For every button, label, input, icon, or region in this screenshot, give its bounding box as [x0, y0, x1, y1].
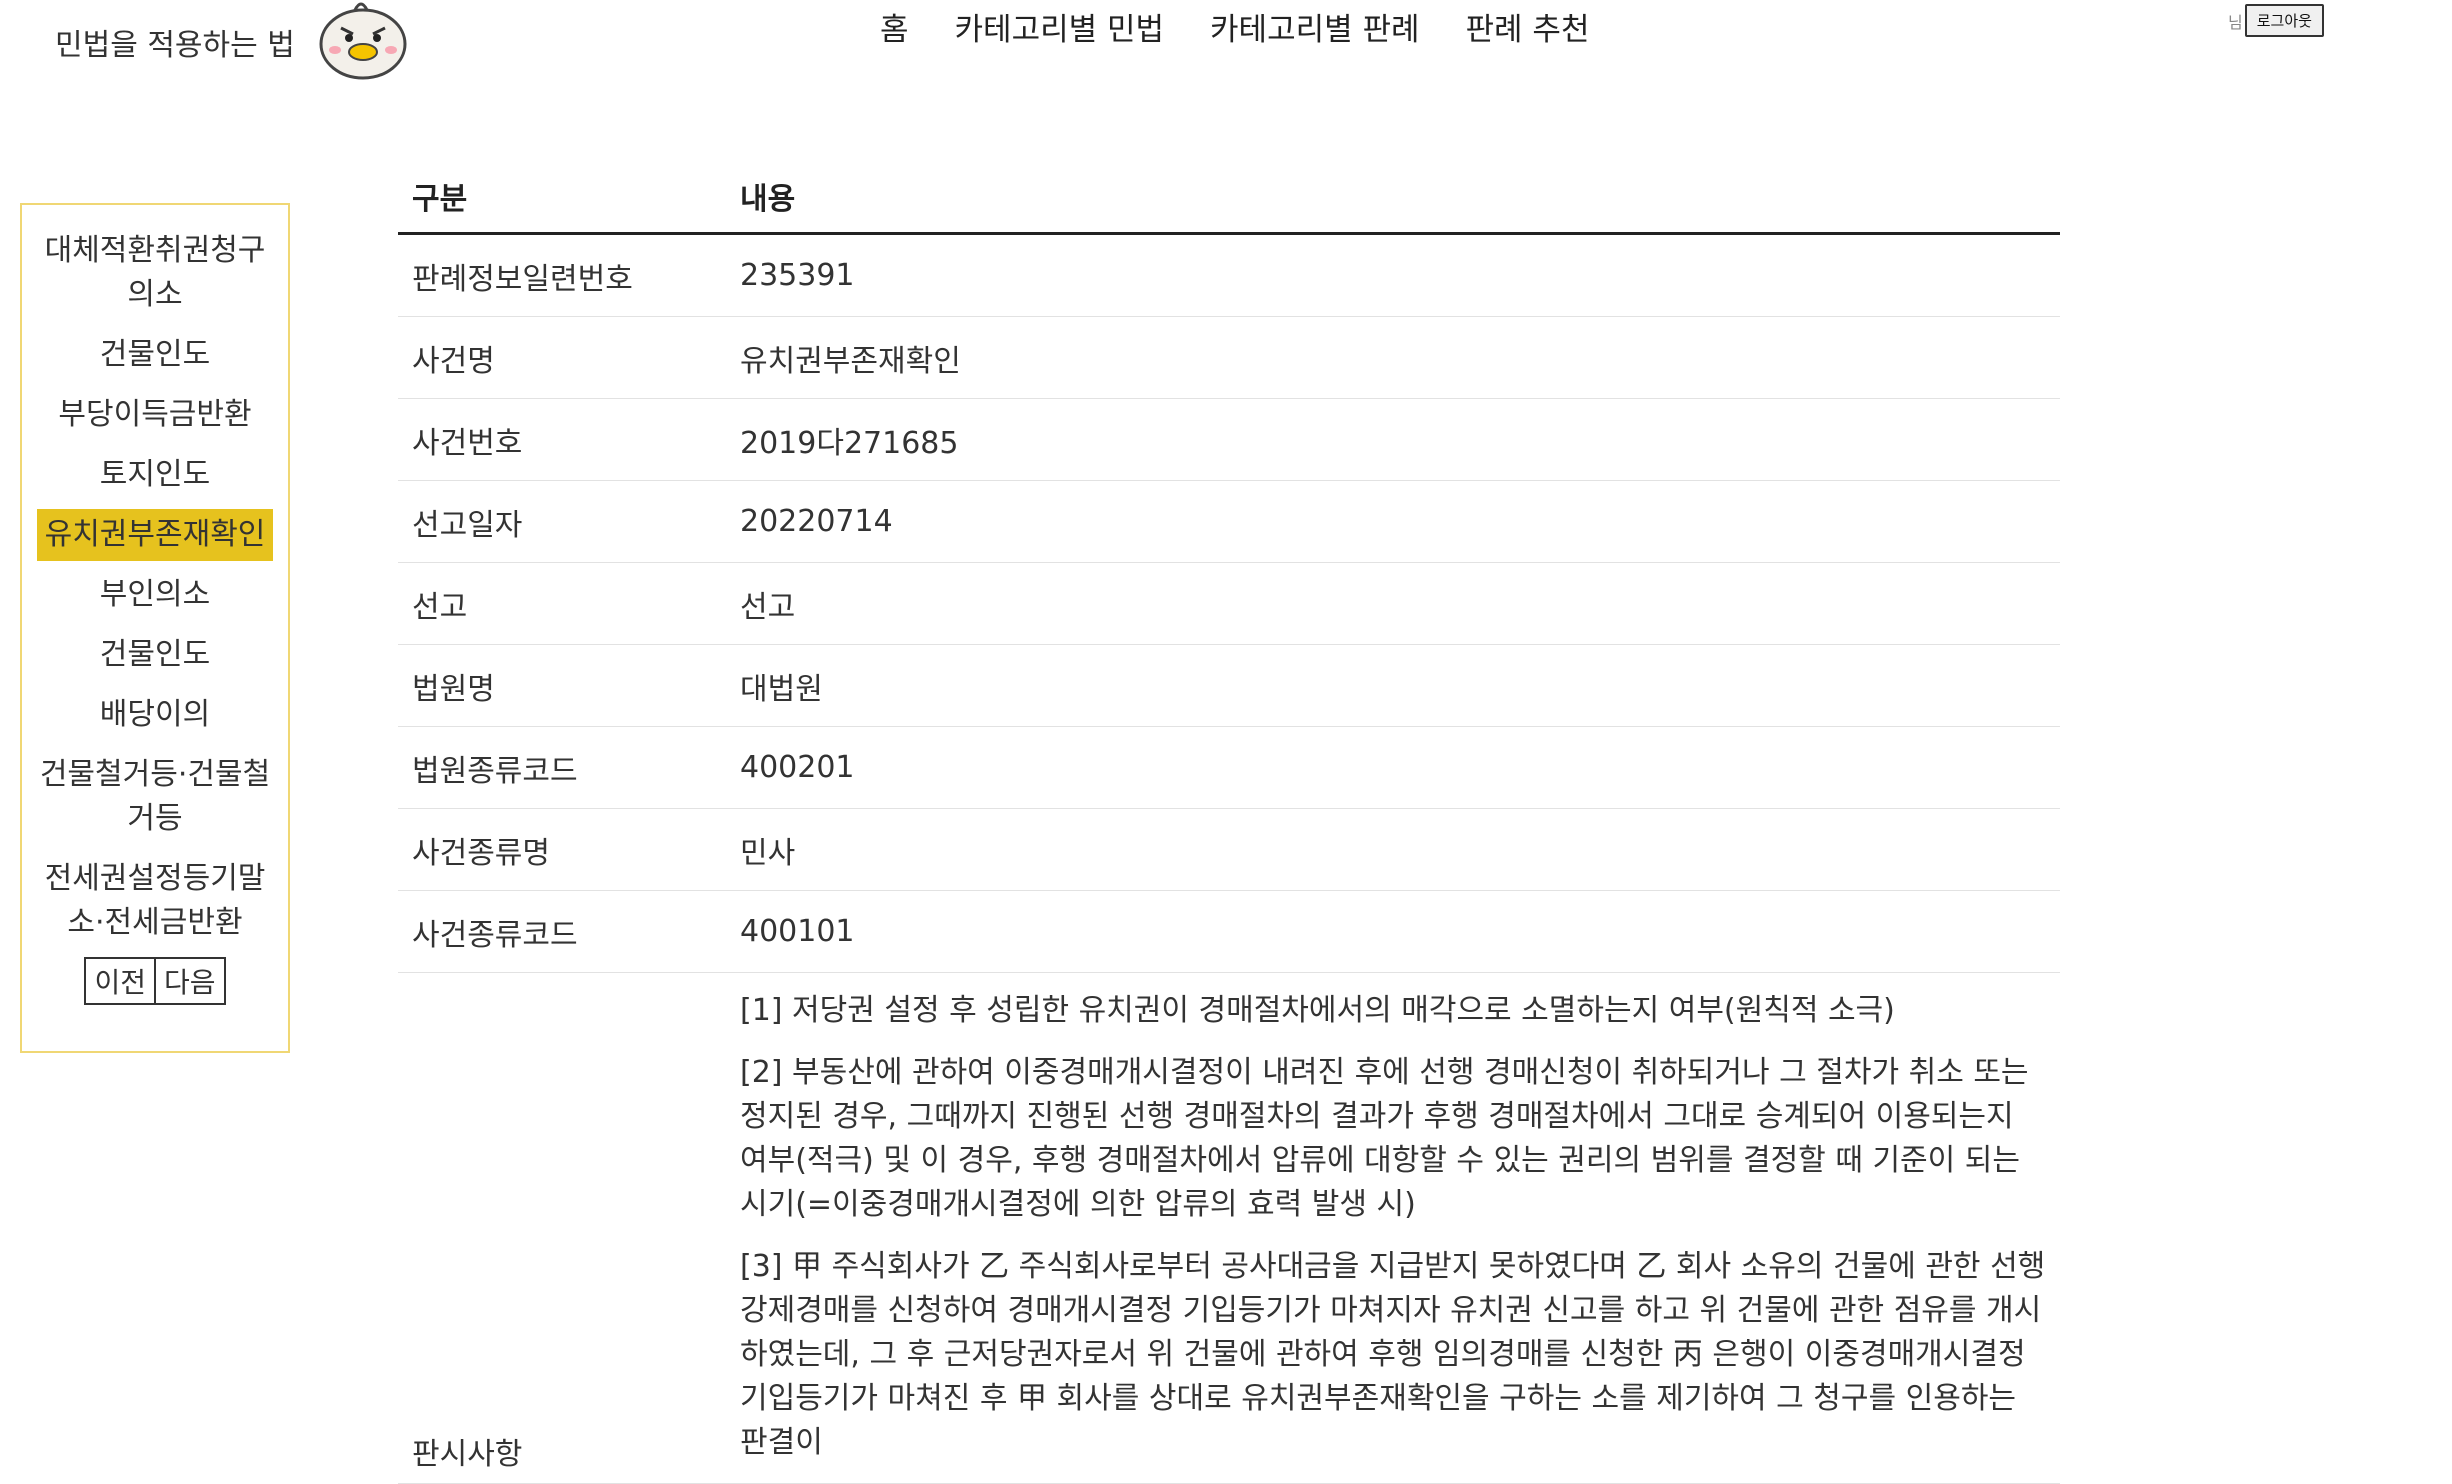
table-row: 선고일자 20220714: [398, 480, 2060, 563]
table-header-row: 구분 내용: [398, 160, 2060, 235]
table-row: 사건번호 2019다271685: [398, 398, 2060, 481]
precedent-detail: 구분 내용 판례정보일련번호 235391 사건명 유치권부존재확인 사건번호 …: [398, 160, 2060, 1484]
row-key: 선고: [398, 562, 726, 645]
prev-button[interactable]: 이전: [84, 957, 156, 1005]
top-nav: 홈 카테고리별 민법 카테고리별 판례 판례 추천: [880, 4, 1589, 49]
user-box: 님 로그아웃: [2228, 4, 2324, 37]
row-key: 법원종류코드: [398, 726, 726, 809]
row-value: 400201: [726, 726, 2060, 809]
row-value: 대법원: [726, 644, 2060, 727]
table-row: 판례정보일련번호 235391: [398, 233, 2060, 317]
nav-home[interactable]: 홈: [880, 4, 909, 49]
row-value: 2019다271685: [726, 398, 2060, 481]
row-key: 판례정보일련번호: [398, 233, 726, 317]
sidebar-item[interactable]: 건물철거등·건물철거등: [37, 749, 273, 845]
summary-paragraph: [3] 甲 주식회사가 乙 주식회사로부터 공사대금을 지급받지 못하였다며 乙…: [740, 1249, 2046, 1460]
row-value: 선고: [726, 562, 2060, 645]
sidebar: 대체적환취권청구의소 건물인도 부당이득금반환 토지인도 유치권부존재확인 부인…: [20, 203, 290, 1053]
next-button[interactable]: 다음: [156, 957, 226, 1005]
logout-button[interactable]: 로그아웃: [2244, 4, 2324, 37]
sidebar-item[interactable]: 부당이득금반환: [37, 389, 273, 441]
precedent-table: 구분 내용 판례정보일련번호 235391 사건명 유치권부존재확인 사건번호 …: [398, 160, 2060, 1484]
summary-paragraph: [2] 부동산에 관하여 이중경매개시결정이 내려진 후에 선행 경매신청이 취…: [740, 1055, 2029, 1222]
row-key: 사건명: [398, 316, 726, 399]
nav-precedent-recommend[interactable]: 판례 추천: [1466, 4, 1590, 49]
table-row: 선고 선고: [398, 562, 2060, 645]
sidebar-item[interactable]: 건물인도: [37, 629, 273, 681]
summary-paragraph: [1] 저당권 설정 후 성립한 유치권이 경매절차에서의 매각으로 소멸하는지…: [740, 993, 1895, 1028]
row-key: 법원명: [398, 644, 726, 727]
column-header-category: 구분: [398, 160, 726, 235]
sidebar-item[interactable]: 전세권설정등기말소·전세금반환: [37, 853, 273, 949]
row-value: 235391: [726, 233, 2060, 317]
row-key: 사건번호: [398, 398, 726, 481]
row-key: 사건종류명: [398, 808, 726, 891]
brand[interactable]: 민법을 적용하는 법: [55, 0, 409, 80]
nav-category-civil-law[interactable]: 카테고리별 민법: [955, 4, 1165, 49]
nav-category-precedents[interactable]: 카테고리별 판례: [1210, 4, 1420, 49]
sidebar-item[interactable]: 부인의소: [37, 569, 273, 621]
row-value: 400101: [726, 890, 2060, 973]
table-row: 사건종류코드 400101: [398, 890, 2060, 973]
sidebar-item[interactable]: 토지인도: [37, 449, 273, 501]
brand-title: 민법을 적용하는 법: [55, 28, 295, 63]
row-value: 유치권부존재확인: [726, 316, 2060, 399]
sidebar-item[interactable]: 건물인도: [37, 329, 273, 381]
sidebar-pager: 이전 다음: [37, 957, 273, 1005]
row-value: 민사: [726, 808, 2060, 891]
column-header-content: 내용: [726, 160, 2060, 235]
table-row: 사건종류명 민사: [398, 808, 2060, 891]
row-key: 사건종류코드: [398, 890, 726, 973]
duck-mascot-icon: [319, 2, 407, 80]
row-key: 선고일자: [398, 480, 726, 563]
table-row: 사건명 유치권부존재확인: [398, 316, 2060, 399]
sidebar-item-active[interactable]: 유치권부존재확인: [37, 509, 273, 561]
table-row: 법원명 대법원: [398, 644, 2060, 727]
table-row: 법원종류코드 400201: [398, 726, 2060, 809]
sidebar-item[interactable]: 대체적환취권청구의소: [37, 225, 273, 321]
user-suffix: 님: [2228, 12, 2243, 32]
row-value: 20220714: [726, 480, 2060, 563]
sidebar-item[interactable]: 배당이의: [37, 689, 273, 741]
